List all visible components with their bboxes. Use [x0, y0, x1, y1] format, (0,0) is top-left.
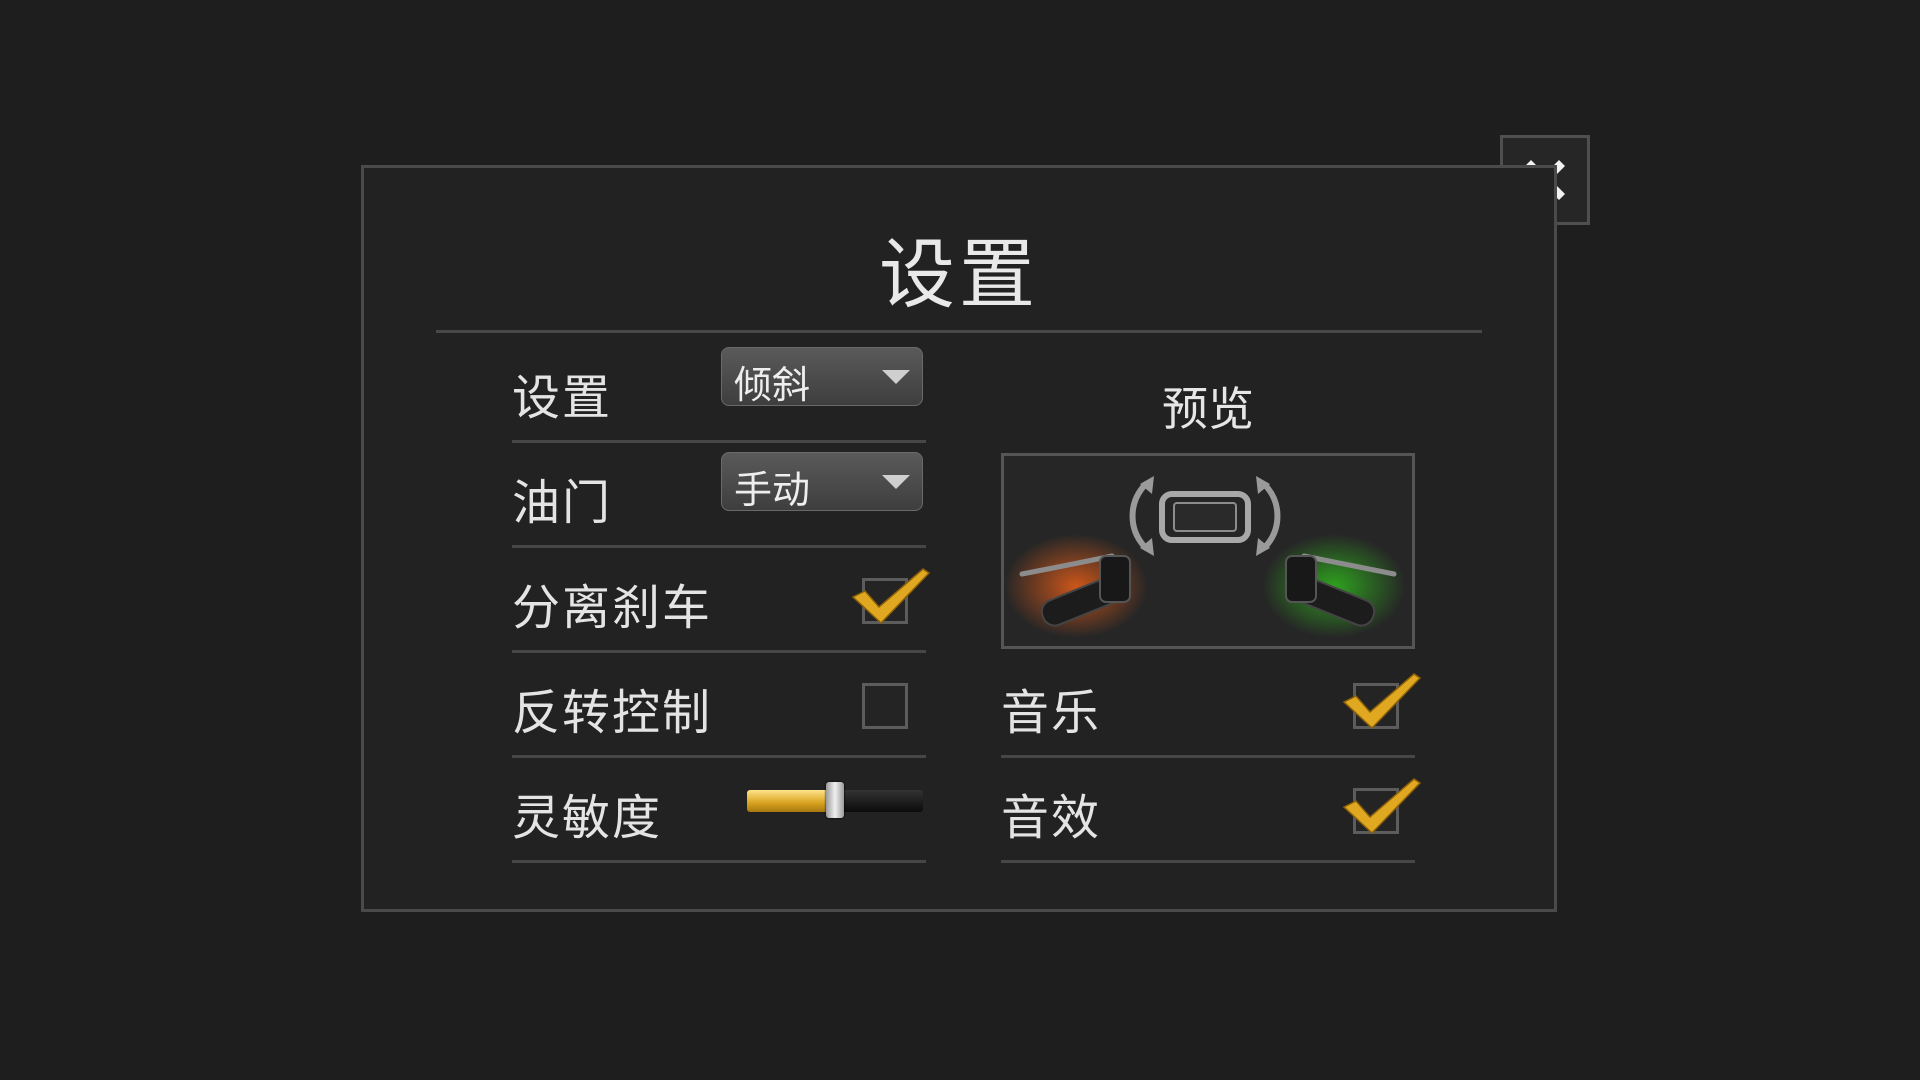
control-mode-dropdown[interactable]: 倾斜 [721, 347, 923, 407]
sensitivity-label: 灵敏度 [512, 790, 663, 846]
invert-controls-label: 反转控制 [512, 685, 713, 741]
checkmark-icon [851, 568, 931, 625]
settings-dialog: 设置 设置 倾斜 油门 手动 分离刹车 反转控制 灵敏度 预览 音乐 音效 [361, 165, 1557, 912]
sound-effects-label: 音效 [1001, 790, 1102, 846]
chevron-down-icon [882, 370, 910, 384]
chevron-down-icon [882, 475, 910, 489]
slider-thumb[interactable] [826, 782, 844, 818]
row-divider [512, 860, 926, 863]
sensitivity-slider[interactable] [747, 782, 923, 818]
throttle-row: 油门 手动 [512, 443, 926, 548]
separate-brakes-row: 分离刹车 [512, 548, 931, 653]
preview-image [1001, 453, 1415, 649]
checkmark-icon [1342, 778, 1422, 835]
dialog-title: 设置 [879, 230, 1039, 319]
control-mode-label: 设置 [512, 370, 613, 426]
title-divider [436, 330, 1482, 333]
sensitivity-row: 灵敏度 [512, 758, 926, 863]
sound-effects-checkbox[interactable] [1342, 778, 1422, 835]
control-mode-row: 设置 倾斜 [512, 338, 926, 443]
brake-lever-icon [1004, 534, 1148, 638]
invert-controls-row: 反转控制 [512, 653, 926, 758]
music-label: 音乐 [1001, 685, 1102, 741]
music-checkbox[interactable] [1342, 673, 1422, 730]
checkmark-icon [1342, 673, 1422, 730]
preview-label: 预览 [1162, 382, 1254, 436]
throttle-value: 手动 [734, 468, 811, 512]
sound-effects-row: 音效 [1001, 758, 1422, 863]
music-row: 音乐 [1001, 653, 1422, 758]
separate-brakes-checkbox[interactable] [851, 568, 931, 625]
throttle-grip-icon [1262, 534, 1406, 638]
rotate-device-icon [1129, 476, 1281, 556]
invert-controls-checkbox[interactable] [862, 683, 908, 729]
separate-brakes-label: 分离刹车 [512, 580, 713, 636]
throttle-dropdown[interactable]: 手动 [721, 452, 923, 512]
throttle-label: 油门 [512, 475, 613, 531]
preview-illustration [1004, 476, 1406, 638]
row-divider [1001, 860, 1415, 863]
slider-fill [747, 790, 835, 812]
control-mode-value: 倾斜 [734, 363, 811, 407]
